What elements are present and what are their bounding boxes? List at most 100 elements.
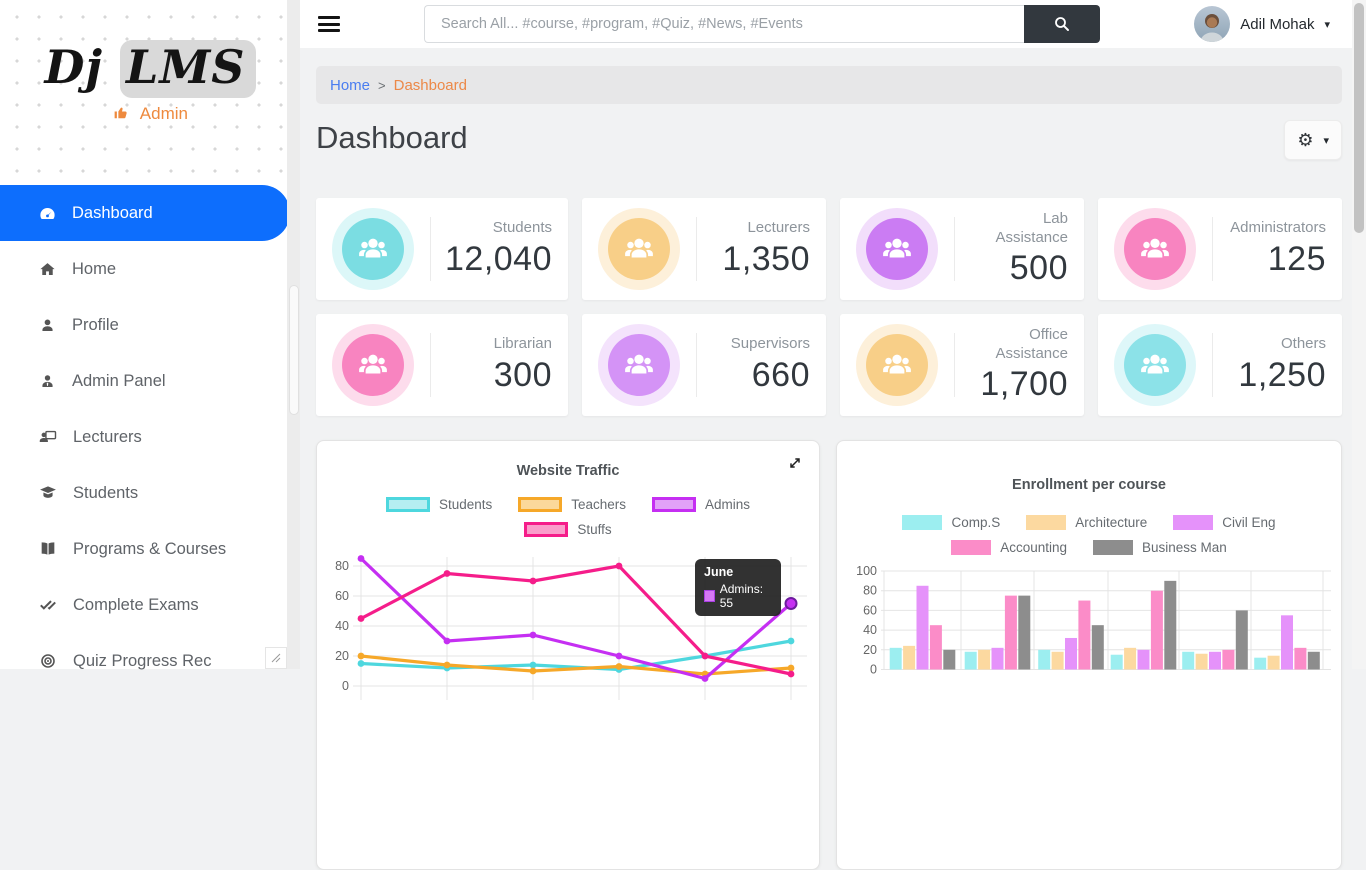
lecturer-board-icon xyxy=(38,427,58,447)
group-icon xyxy=(1124,334,1186,396)
stat-card-librarian: Librarian 300 xyxy=(316,314,568,416)
icon-halo xyxy=(1114,208,1196,290)
stat-value: 300 xyxy=(445,356,552,395)
sidebar-item-label: Dashboard xyxy=(72,204,153,223)
stat-label: Supervisors xyxy=(711,335,810,354)
icon-halo xyxy=(1114,324,1196,406)
sidebar-item-programs-courses[interactable]: Programs & Courses xyxy=(0,521,300,577)
home-icon xyxy=(38,260,57,279)
avatar xyxy=(1194,6,1230,42)
search-button[interactable] xyxy=(1024,5,1100,43)
divider xyxy=(430,217,431,281)
svg-text:0: 0 xyxy=(342,679,349,693)
role-row: Admin xyxy=(0,104,300,124)
sidebar-item-quiz-progress[interactable]: Quiz Progress Rec xyxy=(0,633,300,689)
legend-item-civil-eng[interactable]: Civil Eng xyxy=(1173,515,1275,530)
legend-item-architecture[interactable]: Architecture xyxy=(1026,515,1147,530)
stat-value: 660 xyxy=(711,356,810,395)
search-icon xyxy=(1053,15,1071,33)
resize-handle[interactable] xyxy=(265,647,287,669)
icon-halo xyxy=(332,324,414,406)
legend-item-admins[interactable]: Admins xyxy=(652,497,750,512)
group-icon xyxy=(608,218,670,280)
stat-label: Lab Assistance xyxy=(969,210,1068,248)
legend-item-business-man[interactable]: Business Man xyxy=(1093,540,1227,555)
legend-swatch xyxy=(652,497,696,512)
svg-text:80: 80 xyxy=(863,584,877,598)
graduate-icon xyxy=(38,483,58,503)
divider xyxy=(954,333,955,397)
avatar-photo xyxy=(1194,8,1230,42)
svg-text:20: 20 xyxy=(335,649,349,663)
sidebar-item-students[interactable]: Students xyxy=(0,465,300,521)
breadcrumb-home-link[interactable]: Home xyxy=(330,77,370,94)
breadcrumb-current: Dashboard xyxy=(394,77,467,94)
traffic-legend: Students Teachers Admins Stuffs xyxy=(325,497,811,537)
enrollment-legend: Comp.S Architecture Civil Eng Accounting… xyxy=(859,515,1319,555)
divider xyxy=(1212,333,1213,397)
legend-swatch xyxy=(386,497,430,512)
user-menu[interactable]: Adil Mohak ▾ xyxy=(1194,6,1330,42)
divider xyxy=(696,217,697,281)
sidebar-item-label: Students xyxy=(73,484,138,503)
legend-swatch xyxy=(1093,540,1133,555)
user-name: Adil Mohak xyxy=(1240,16,1314,33)
stat-label: Librarian xyxy=(445,335,552,354)
icon-halo xyxy=(856,324,938,406)
main-content: Home > Dashboard Dashboard ⚙ ▾ Students … xyxy=(300,48,1352,669)
expand-icon[interactable] xyxy=(787,455,803,476)
stat-card-lecturers: Lecturers 1,350 xyxy=(582,198,826,300)
chart-title: Enrollment per course xyxy=(845,477,1333,493)
chart-tooltip: June Admins: 55 xyxy=(695,559,781,616)
icon-halo xyxy=(598,324,680,406)
legend-item-stuffs[interactable]: Stuffs xyxy=(524,522,611,537)
sidebar-item-profile[interactable]: Profile xyxy=(0,297,300,353)
admin-person-icon xyxy=(38,372,57,391)
svg-text:100: 100 xyxy=(856,564,877,578)
sidebar-item-label: Programs & Courses xyxy=(73,540,226,559)
menu-toggle-icon[interactable] xyxy=(318,13,340,36)
stat-cards-grid: Students 12,040 Lecturers 1,350 Lab Assi… xyxy=(316,198,1342,416)
website-traffic-card: Website Traffic Students Teachers Admins… xyxy=(316,440,820,870)
breadcrumb: Home > Dashboard xyxy=(316,66,1342,104)
page-title: Dashboard xyxy=(316,120,468,156)
legend-item-students[interactable]: Students xyxy=(386,497,492,512)
settings-dropdown-button[interactable]: ⚙ ▾ xyxy=(1284,120,1342,160)
chart-title: Website Traffic xyxy=(325,463,811,479)
divider xyxy=(954,217,955,281)
sidebar-item-home[interactable]: Home xyxy=(0,241,300,297)
charts-row: Website Traffic Students Teachers Admins… xyxy=(316,440,1342,870)
chevron-down-icon: ▾ xyxy=(1323,134,1329,147)
sidebar-scrollbar[interactable] xyxy=(287,0,300,669)
legend-item-accounting[interactable]: Accounting xyxy=(951,540,1067,555)
target-icon xyxy=(38,651,58,671)
sidebar-item-complete-exams[interactable]: Complete Exams xyxy=(0,577,300,633)
page-scrollbar-thumb[interactable] xyxy=(1354,3,1364,233)
sidebar-item-label: Lecturers xyxy=(73,428,142,447)
sidebar-item-dashboard[interactable]: Dashboard xyxy=(0,185,290,241)
legend-item-teachers[interactable]: Teachers xyxy=(518,497,626,512)
enrollment-card: Enrollment per course Comp.S Architectur… xyxy=(836,440,1342,870)
double-check-icon xyxy=(38,595,58,615)
svg-text:60: 60 xyxy=(335,589,349,603)
page-scrollbar[interactable] xyxy=(1352,0,1366,669)
stat-card-students: Students 12,040 xyxy=(316,198,568,300)
sidebar-item-lecturers[interactable]: Lecturers xyxy=(0,409,300,465)
enrollment-chart[interactable]: 100806040200 xyxy=(845,561,1337,861)
legend-swatch xyxy=(951,540,991,555)
sidebar-item-label: Home xyxy=(72,260,116,279)
gear-icon: ⚙ xyxy=(1297,130,1313,151)
divider xyxy=(696,333,697,397)
sidebar: Dj LMS Admin Dashboard Home Profile Admi… xyxy=(0,0,300,669)
resize-grip-icon xyxy=(271,653,281,663)
search-input[interactable] xyxy=(424,5,1024,43)
stat-label: Lecturers xyxy=(711,219,810,238)
stat-card-lab-assistance: Lab Assistance 500 xyxy=(840,198,1084,300)
stat-value: 125 xyxy=(1227,240,1326,279)
legend-item-comp-s[interactable]: Comp.S xyxy=(902,515,1000,530)
icon-halo xyxy=(332,208,414,290)
svg-text:80: 80 xyxy=(335,559,349,573)
sidebar-item-admin-panel[interactable]: Admin Panel xyxy=(0,353,300,409)
svg-text:20: 20 xyxy=(863,643,877,657)
sidebar-scrollbar-thumb[interactable] xyxy=(289,285,299,415)
